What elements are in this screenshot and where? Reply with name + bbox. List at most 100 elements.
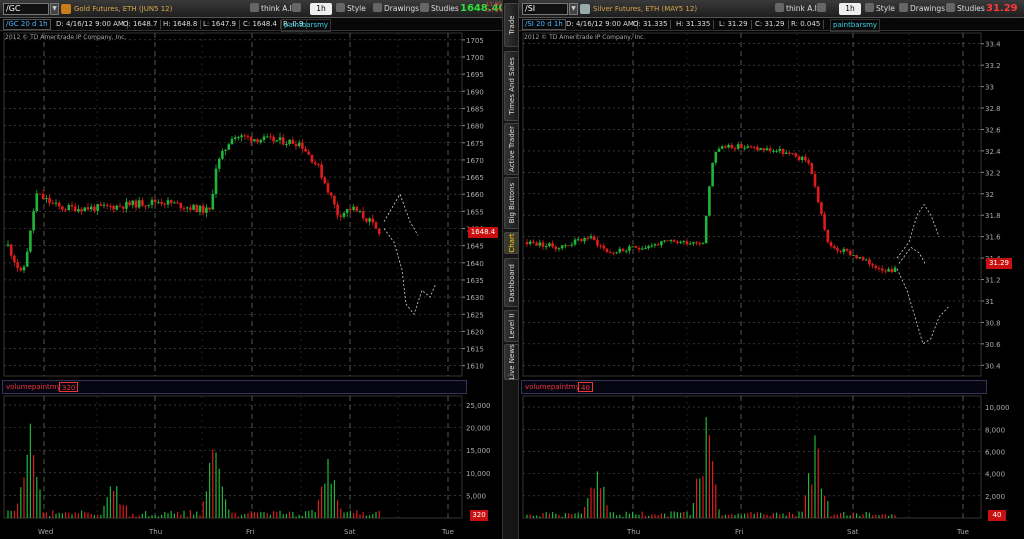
candle-body <box>560 245 564 249</box>
candle-body <box>871 264 874 266</box>
candle-body <box>637 248 641 250</box>
candle-body <box>134 200 138 208</box>
volume-bar <box>888 515 890 518</box>
candle-body <box>615 252 618 254</box>
volume-study-name[interactable]: volumepaintmy <box>6 382 61 392</box>
price-axis-label: 1615 <box>466 346 484 354</box>
candle-body <box>157 202 160 204</box>
dock-tab-trade[interactable]: Trade <box>504 3 519 47</box>
candle-body <box>32 211 35 231</box>
candle-body <box>650 245 654 247</box>
projection-line <box>383 193 419 236</box>
dock-tab-times-and-sales[interactable]: Times And Sales <box>504 51 519 121</box>
volume-bar <box>68 512 70 518</box>
price-axis-label: 1690 <box>466 88 484 96</box>
candle-body <box>893 267 897 273</box>
dock-tab-label: Chart <box>507 233 516 253</box>
candle-body <box>294 144 298 147</box>
candle-body <box>163 203 167 205</box>
volume-bar <box>648 515 650 518</box>
volume-axis-label: 25,000 <box>466 402 491 410</box>
dock-tab-live-news[interactable]: Live News <box>504 344 519 380</box>
candle-body <box>144 205 147 207</box>
candle-body <box>704 215 708 244</box>
volume-bar <box>349 510 351 518</box>
volume-bar <box>545 512 547 518</box>
volume-bar <box>321 486 323 518</box>
candle-body <box>618 248 622 253</box>
gold-chart-canvas[interactable]: 1705 1700 1695 1690 1685 1680 1675 1670 1665 1660… <box>0 0 502 539</box>
candle-body <box>788 152 791 154</box>
candle-body <box>845 248 849 251</box>
candle-body <box>701 243 705 245</box>
volume-bar <box>820 488 822 518</box>
volume-bar <box>731 514 733 518</box>
dock-tab-dashboard[interactable]: Dashboard <box>504 258 519 307</box>
volume-bar <box>311 509 313 518</box>
dock-tab-chart[interactable]: Chart <box>504 232 519 254</box>
dock-tab-big-buttons[interactable]: Big Buttons <box>504 177 519 229</box>
volume-bar <box>827 501 829 518</box>
candle-body <box>150 199 154 205</box>
volume-bar <box>686 511 688 518</box>
side-dock: Trade Times And Sales Active Trader Big But… <box>502 0 519 539</box>
volume-bar <box>250 511 252 518</box>
volume-bar <box>151 515 153 518</box>
volume-bar <box>138 515 140 518</box>
candle-body <box>538 242 542 246</box>
volume-bar <box>209 462 211 518</box>
candle-body <box>580 239 583 242</box>
candle-body <box>836 248 839 251</box>
volume-bar <box>766 514 768 518</box>
volume-bar <box>833 514 835 518</box>
volume-bar <box>808 473 810 518</box>
volume-bar <box>795 516 797 518</box>
candle-body <box>557 248 561 250</box>
volume-study-name[interactable]: volumepaintmy <box>525 382 580 392</box>
candle-body <box>775 150 778 152</box>
volume-bar <box>148 516 150 518</box>
volume-bar <box>651 514 653 518</box>
volume-bar <box>215 452 217 518</box>
volume-bar <box>526 514 528 518</box>
volume-bar <box>814 435 816 518</box>
candle-body <box>246 136 250 138</box>
candle-body <box>628 246 631 251</box>
candle-body <box>669 240 673 242</box>
volume-bar <box>20 487 22 518</box>
candle-body <box>717 148 721 152</box>
volume-bar <box>100 514 102 518</box>
silver-chart-panel: /SI ▼ Silver Futures, ETH (MAY5 12) thin… <box>519 0 1024 539</box>
volume-bar <box>859 515 861 518</box>
volume-bar <box>865 511 867 518</box>
volume-bar <box>539 516 541 518</box>
volume-bar <box>632 511 634 518</box>
candle-body <box>791 153 794 155</box>
price-axis-label: 32 <box>985 191 994 199</box>
candle-body <box>269 136 272 138</box>
price-axis-label: 1665 <box>466 174 484 182</box>
candle-body <box>227 144 231 150</box>
volume-bar <box>721 515 723 518</box>
dock-tab-level-ii[interactable]: Level II <box>504 310 519 342</box>
day-label: Sat <box>344 528 356 536</box>
price-axis-label: 1630 <box>466 294 484 302</box>
candle-body <box>118 205 122 207</box>
volume-bar <box>529 514 531 518</box>
silver-chart-canvas[interactable]: 33.433.23332.832.632.432.23231.831.631.4… <box>519 0 1024 539</box>
dock-tab-active-trader[interactable]: Active Trader <box>504 123 519 175</box>
candle-body <box>307 151 311 155</box>
volume-bar <box>734 515 736 518</box>
candle-body <box>576 239 580 241</box>
day-label: Tue <box>956 528 969 536</box>
volume-bar <box>365 515 367 518</box>
candle-body <box>29 230 32 252</box>
volume-bar <box>122 504 124 518</box>
volume-bar <box>657 515 659 518</box>
candle-body <box>288 139 291 145</box>
candle-body <box>249 136 253 142</box>
volume-bar <box>145 511 147 518</box>
candle-body <box>291 139 295 145</box>
volume-bar <box>116 486 118 518</box>
candle-body <box>890 269 894 273</box>
